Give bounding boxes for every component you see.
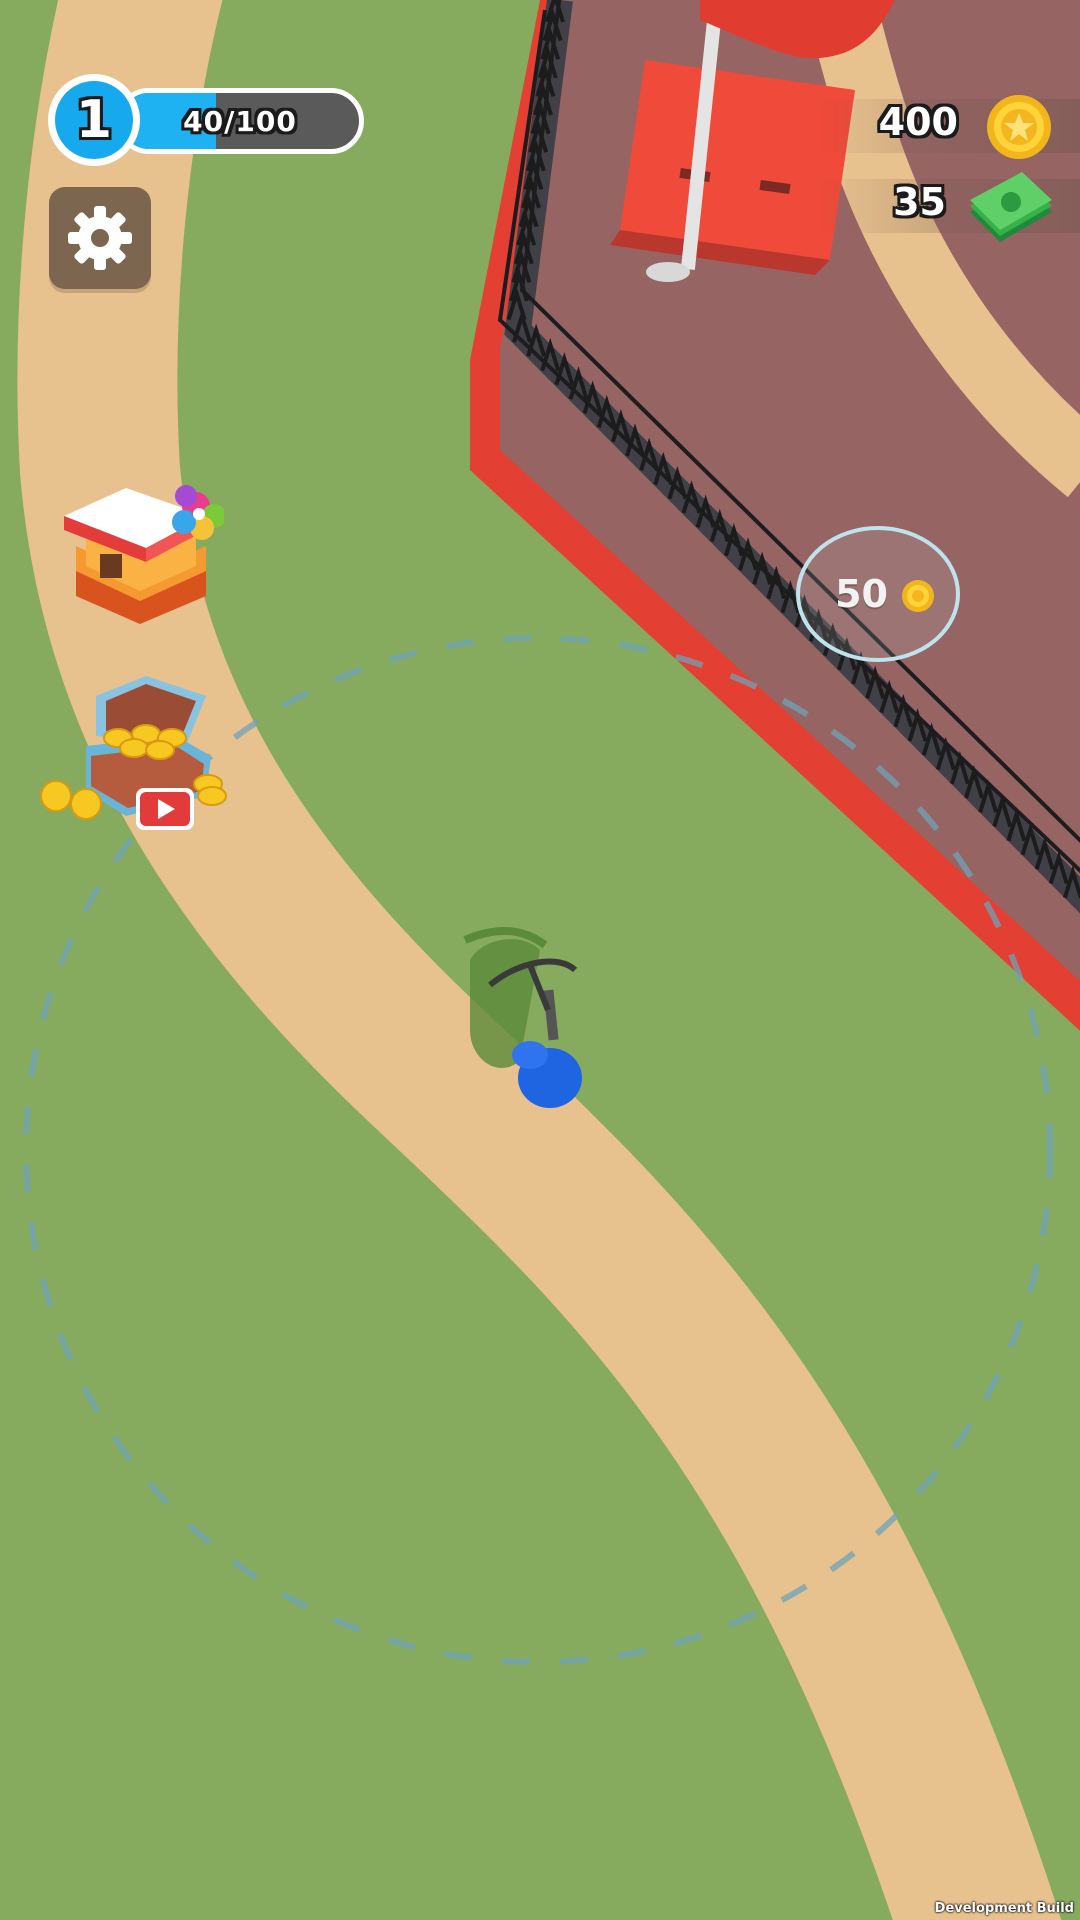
development-build-label: Development Build	[934, 1901, 1074, 1916]
coin-count: 400	[878, 100, 958, 144]
play-video-icon	[136, 788, 194, 830]
xp-progress-bar: 40/100	[116, 88, 364, 154]
shop-icon[interactable]	[56, 476, 224, 626]
level-badge: 1	[48, 74, 140, 166]
level-number: 1	[55, 81, 133, 159]
cash-icon	[970, 172, 1052, 242]
xp-progress-text: 40/100	[183, 104, 297, 138]
gear-icon	[68, 206, 132, 270]
game-scene[interactable]	[0, 0, 1080, 1920]
coin-icon	[987, 95, 1051, 159]
cash-count: 35	[893, 180, 946, 224]
unlock-price: 50	[835, 572, 888, 616]
treasure-chest-icon[interactable]	[36, 676, 236, 836]
red-crate	[610, 60, 855, 275]
settings-button[interactable]	[49, 187, 151, 289]
coin-icon	[902, 580, 934, 612]
